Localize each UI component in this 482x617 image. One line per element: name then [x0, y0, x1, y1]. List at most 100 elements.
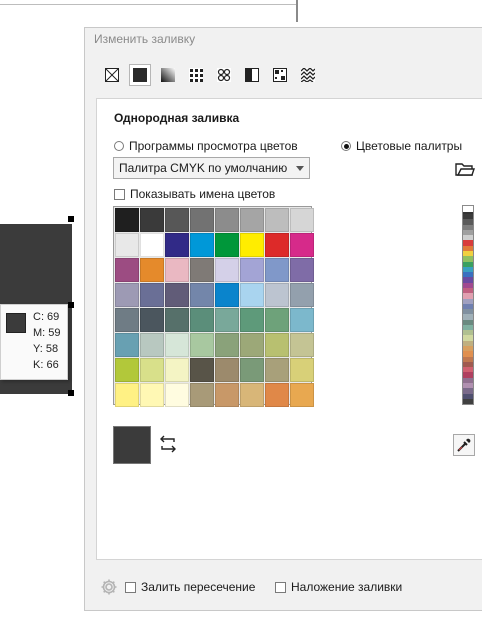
fill-overlay-checkbox[interactable]	[275, 581, 286, 593]
color-swatch[interactable]	[165, 383, 189, 407]
color-swatch[interactable]	[265, 358, 289, 382]
palette-dropdown[interactable]: Палитра CMYK по умолчанию	[113, 157, 310, 179]
color-swatch[interactable]	[140, 308, 164, 332]
color-swatch[interactable]	[115, 308, 139, 332]
color-swatch[interactable]	[190, 308, 214, 332]
color-swatch[interactable]	[215, 258, 239, 282]
tooltip-y-value: Y: 58	[33, 343, 59, 355]
two-color-pattern-button[interactable]	[241, 64, 263, 86]
color-swatch[interactable]	[240, 233, 264, 257]
color-swatch[interactable]	[215, 208, 239, 232]
color-swatch[interactable]	[165, 358, 189, 382]
color-swatch[interactable]	[190, 383, 214, 407]
section-title: Однородная заливка	[114, 111, 240, 125]
color-swatch[interactable]	[215, 333, 239, 357]
eyedropper-button[interactable]	[453, 434, 475, 456]
color-swatch[interactable]	[115, 333, 139, 357]
color-swatch[interactable]	[290, 383, 314, 407]
color-swatch[interactable]	[165, 208, 189, 232]
palette-strip-swatch[interactable]	[463, 398, 473, 405]
color-viewers-radio[interactable]	[114, 141, 124, 151]
color-swatch[interactable]	[140, 358, 164, 382]
color-swatch[interactable]	[140, 333, 164, 357]
fill-type-toolbar	[101, 64, 319, 88]
settings-gear-icon[interactable]	[100, 578, 118, 596]
color-swatch[interactable]	[115, 383, 139, 407]
uniform-fill-button[interactable]	[129, 64, 151, 86]
selection-handle-right[interactable]	[68, 302, 74, 308]
color-swatch[interactable]	[215, 383, 239, 407]
color-swatch[interactable]	[190, 233, 214, 257]
show-color-names-label: Показывать имена цветов	[130, 187, 276, 201]
color-swatch[interactable]	[265, 208, 289, 232]
fill-intersection-checkbox[interactable]	[125, 581, 136, 593]
color-swatch[interactable]	[215, 358, 239, 382]
palette-scroll-strip[interactable]	[462, 205, 474, 405]
color-swatch[interactable]	[115, 358, 139, 382]
current-color-swatch	[113, 426, 151, 464]
color-swatch[interactable]	[140, 258, 164, 282]
palette-strip-slider[interactable]	[463, 206, 473, 214]
color-swatch[interactable]	[240, 283, 264, 307]
color-swatch[interactable]	[165, 308, 189, 332]
fountain-fill-icon	[161, 68, 175, 82]
color-swatch[interactable]	[240, 358, 264, 382]
color-swatch[interactable]	[165, 258, 189, 282]
selection-handle-top-right[interactable]	[68, 216, 74, 222]
show-color-names-option[interactable]: Показывать имена цветов	[114, 187, 275, 201]
color-swatch[interactable]	[290, 233, 314, 257]
color-swatch[interactable]	[265, 333, 289, 357]
swap-colors-icon[interactable]	[159, 433, 177, 455]
show-color-names-checkbox[interactable]	[114, 188, 125, 200]
color-palettes-radio[interactable]	[341, 141, 351, 151]
no-fill-button[interactable]	[101, 64, 123, 86]
postscript-fill-button[interactable]	[297, 64, 319, 86]
color-swatch[interactable]	[115, 233, 139, 257]
color-swatch[interactable]	[240, 208, 264, 232]
color-swatch[interactable]	[265, 383, 289, 407]
bitmap-pattern-button[interactable]	[213, 64, 235, 86]
color-swatch[interactable]	[265, 308, 289, 332]
texture-fill-button[interactable]	[269, 64, 291, 86]
color-swatch[interactable]	[290, 283, 314, 307]
color-swatch[interactable]	[290, 258, 314, 282]
color-swatch[interactable]	[265, 233, 289, 257]
vector-pattern-button[interactable]	[185, 64, 207, 86]
color-palettes-option[interactable]: Цветовые палитры	[341, 139, 462, 153]
color-swatch[interactable]	[265, 258, 289, 282]
color-swatch[interactable]	[140, 283, 164, 307]
color-swatch[interactable]	[190, 333, 214, 357]
color-swatch[interactable]	[240, 258, 264, 282]
color-swatch[interactable]	[240, 333, 264, 357]
open-palette-folder-icon[interactable]	[455, 161, 475, 177]
color-swatch[interactable]	[190, 208, 214, 232]
color-swatch[interactable]	[290, 333, 314, 357]
fountain-fill-button[interactable]	[157, 64, 179, 86]
color-swatch[interactable]	[190, 283, 214, 307]
color-swatch[interactable]	[240, 383, 264, 407]
color-swatch[interactable]	[140, 208, 164, 232]
color-swatch[interactable]	[165, 233, 189, 257]
color-swatch[interactable]	[190, 258, 214, 282]
color-swatch[interactable]	[240, 308, 264, 332]
color-swatch[interactable]	[165, 283, 189, 307]
color-swatch[interactable]	[215, 283, 239, 307]
color-swatch[interactable]	[165, 333, 189, 357]
selection-handle-bottom-right[interactable]	[68, 390, 74, 396]
tooltip-color-swatch	[6, 313, 26, 333]
color-swatch[interactable]	[215, 308, 239, 332]
fill-intersection-option[interactable]: Залить пересечение	[125, 580, 255, 594]
color-swatch[interactable]	[115, 258, 139, 282]
color-swatch[interactable]	[115, 208, 139, 232]
color-swatch[interactable]	[290, 358, 314, 382]
color-swatch[interactable]	[140, 233, 164, 257]
color-swatch[interactable]	[290, 308, 314, 332]
color-swatch[interactable]	[115, 283, 139, 307]
color-viewers-option[interactable]: Программы просмотра цветов	[114, 139, 298, 153]
color-swatch[interactable]	[190, 358, 214, 382]
color-swatch[interactable]	[290, 208, 314, 232]
color-swatch[interactable]	[265, 283, 289, 307]
fill-overlay-option[interactable]: Наложение заливки	[275, 580, 402, 594]
color-swatch[interactable]	[140, 383, 164, 407]
color-swatch[interactable]	[215, 233, 239, 257]
